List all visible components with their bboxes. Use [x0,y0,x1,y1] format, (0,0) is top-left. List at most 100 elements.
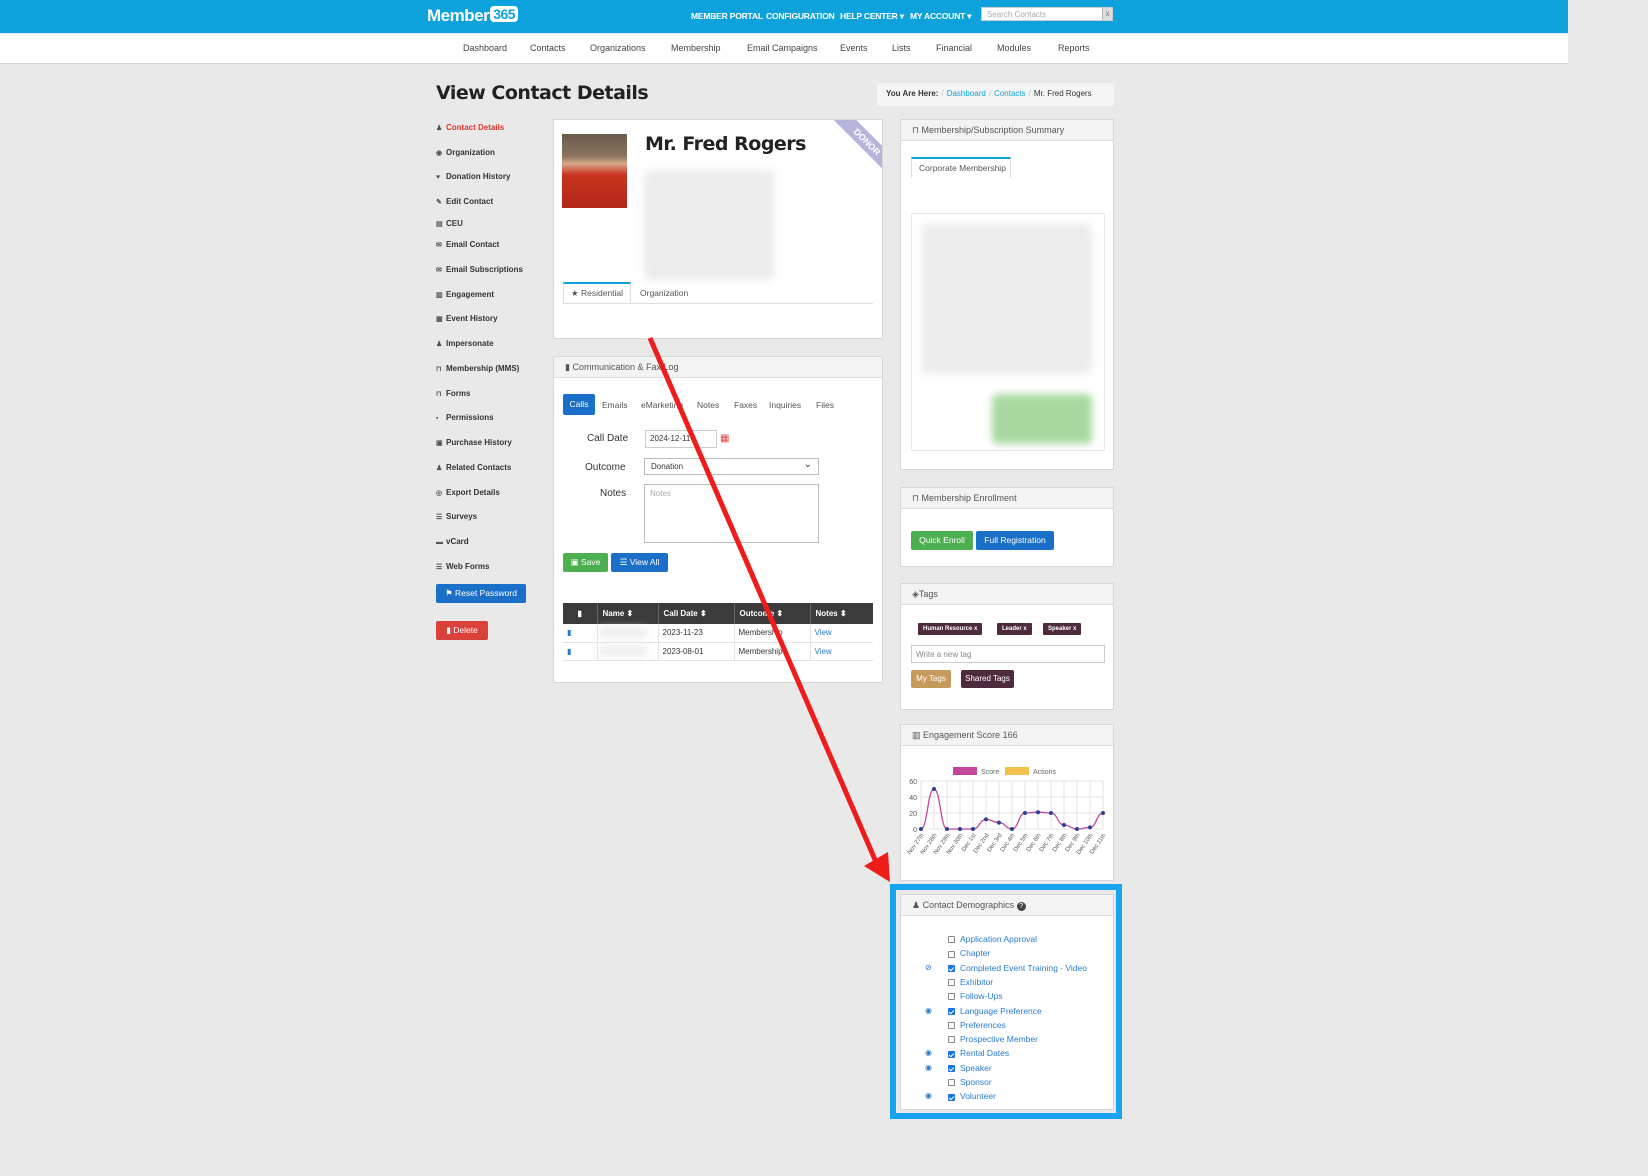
sidebar-item-label: vCard [446,537,469,546]
sidebar-item-event-history[interactable]: ▦ Event History [436,314,498,323]
tab-files[interactable]: Files [816,400,834,410]
sidebar-item-surveys[interactable]: ☰ Surveys [436,512,477,521]
nav-dashboard[interactable]: Dashboard [463,43,507,53]
tab-emails[interactable]: Emails [602,400,628,410]
tab-inquiries[interactable]: Inquiries [769,400,801,410]
logo[interactable]: Member 365 [427,6,519,26]
sidebar-item-donation-history[interactable]: ♥ Donation History [436,172,510,181]
nav-contacts[interactable]: Contacts [530,43,566,53]
membership-summary-header: ⊓ Membership/Subscription Summary [901,120,1113,141]
reset-password-button[interactable]: ⚑ Reset Password [436,584,526,603]
outcome-select[interactable]: Donation ⌄ [644,458,819,475]
sidebar-item-membership-mms[interactable]: ⊓ Membership (MMS) [436,364,519,373]
notes-label: Notes [600,488,627,499]
col-notes[interactable]: Notes ⬍ [810,603,873,624]
tab-notes[interactable]: Notes [697,400,719,410]
col-name[interactable]: Name ⬍ [597,603,659,624]
breadcrumb-dashboard[interactable]: Dashboard [947,89,986,98]
search-clear-button[interactable]: x [1102,8,1112,20]
outcome-value: Donation [651,462,684,471]
full-registration-button[interactable]: Full Registration [976,531,1054,550]
row-view-link[interactable]: View [810,624,873,642]
tag-speaker[interactable]: Speaker x [1043,623,1082,635]
sidebar-item-export-details[interactable]: ◎ Export Details [436,488,500,497]
tag-leader[interactable]: Leader x [997,623,1032,635]
tag-human-resource[interactable]: Human Resource x [918,623,983,635]
engagement-title: Engagement Score 166 [923,730,1018,740]
sidebar-item-email-contact[interactable]: ✉ Email Contact [436,240,499,249]
save-button[interactable]: ▣ Save [563,553,608,572]
nav-help-center[interactable]: HELP CENTER ▾ [840,11,904,22]
search-placeholder: Search Contacts [987,10,1047,19]
sidebar-item-engagement[interactable]: ▥ Engagement [436,290,494,299]
outcome-label: Outcome [585,462,626,473]
tab-organization[interactable]: Organization [640,288,688,298]
call-date-label: Call Date [587,433,629,444]
col-call-date[interactable]: Call Date ⬍ [658,603,735,624]
sidebar-item-ceu[interactable]: ▤ CEU [436,219,463,228]
data-point [1062,823,1066,827]
breadcrumb: You Are Here: / Dashboard / Contacts / Mr. Fre… [877,83,1114,106]
nav-events[interactable]: Events [840,43,868,53]
data-point [997,820,1001,825]
tab-faxes[interactable]: Faxes [734,400,757,410]
sidebar-item-label: Web Forms [446,562,490,571]
sidebar-item-organization[interactable]: ◉ Organization [436,148,495,157]
view-all-button[interactable]: ☰ View All [611,553,668,572]
nav-membership[interactable]: Membership [671,43,721,53]
nav-modules[interactable]: Modules [997,43,1031,53]
sidebar-item-label: CEU [446,219,463,228]
nav-organizations[interactable]: Organizations [590,43,646,53]
nav-lists[interactable]: Lists [892,43,911,53]
col-outcome[interactable]: Outcome ⬍ [734,603,811,624]
notes-textarea[interactable]: Notes [644,484,819,543]
new-tag-input[interactable]: Write a new tag [911,645,1105,663]
engagement-header: ▥ Engagement Score 166 [901,725,1113,746]
sidebar-item-vcard[interactable]: ▬ vCard [436,537,469,546]
delete-row-icon[interactable]: ▮ [563,624,598,642]
nav-reports[interactable]: Reports [1058,43,1090,53]
tab-calls[interactable]: Calls [563,394,595,415]
row-view-link[interactable]: View [810,642,873,660]
sidebar-item-forms[interactable]: ⊓ Forms [436,389,470,398]
sidebar-item-label: Purchase History [446,438,512,447]
engagement-chart: Score Actions0204060Nov 27thNov 28thNov 2… [907,767,1108,856]
tab-corporate-membership[interactable]: Corporate Membership [911,157,1011,178]
tags-panel: ◈Tags Human Resource x Leader x Speaker … [900,583,1114,710]
list-icon: ☰ [436,514,443,521]
my-tags-button[interactable]: My Tags [911,670,951,688]
quick-enroll-button[interactable]: Quick Enroll [911,531,973,550]
breadcrumb-contacts[interactable]: Contacts [994,89,1026,98]
nav-financial[interactable]: Financial [936,43,972,53]
chevron-down-icon: ⌄ [803,459,812,470]
calendar-icon[interactable]: ▦ [720,433,729,444]
call-date-input[interactable]: 2024-12-11 [645,430,717,448]
sidebar-item-permissions[interactable]: ▪ Permissions [436,413,494,422]
sidebar-item-web-forms[interactable]: ☰ Web Forms [436,562,489,571]
sidebar-item-related-contacts[interactable]: ♟ Related Contacts [436,463,511,472]
search-input[interactable]: Search Contacts x [981,7,1113,21]
sidebar-item-label: Forms [446,389,471,398]
sidebar-item-impersonate[interactable]: ♟ Impersonate [436,339,494,348]
eye-icon: ◉ [436,150,443,157]
data-point [919,827,923,831]
sidebar-item-contact-details[interactable]: ♟ Contact Details [436,123,504,132]
tab-residential[interactable]: ★ Residential [563,282,631,304]
table-row: ▮ 2023-11-23 Membership View [563,624,873,642]
nav-my-account[interactable]: MY ACCOUNT ▾ [910,11,972,22]
data-point [958,827,962,831]
sidebar-item-edit-contact[interactable]: ✎ Edit Contact [436,197,493,206]
tab-emarketing[interactable]: eMarketing [641,400,683,410]
shared-tags-button[interactable]: Shared Tags [961,670,1014,688]
bookmark-icon: ⊓ [912,493,922,503]
data-point [1036,810,1040,815]
delete-row-icon[interactable]: ▮ [563,642,598,660]
nav-member-portal[interactable]: MEMBER PORTAL [691,11,763,21]
row-name [597,642,659,660]
nav-email-campaigns[interactable]: Email Campaigns [747,43,818,53]
sidebar-item-email-subscriptions[interactable]: ✉ Email Subscriptions [436,265,523,274]
delete-button[interactable]: ▮ Delete [436,621,488,640]
nav-configuration[interactable]: CONFIGURATION [766,11,835,21]
legend-label: Score [981,769,999,776]
sidebar-item-purchase-history[interactable]: ▣ Purchase History [436,438,512,447]
